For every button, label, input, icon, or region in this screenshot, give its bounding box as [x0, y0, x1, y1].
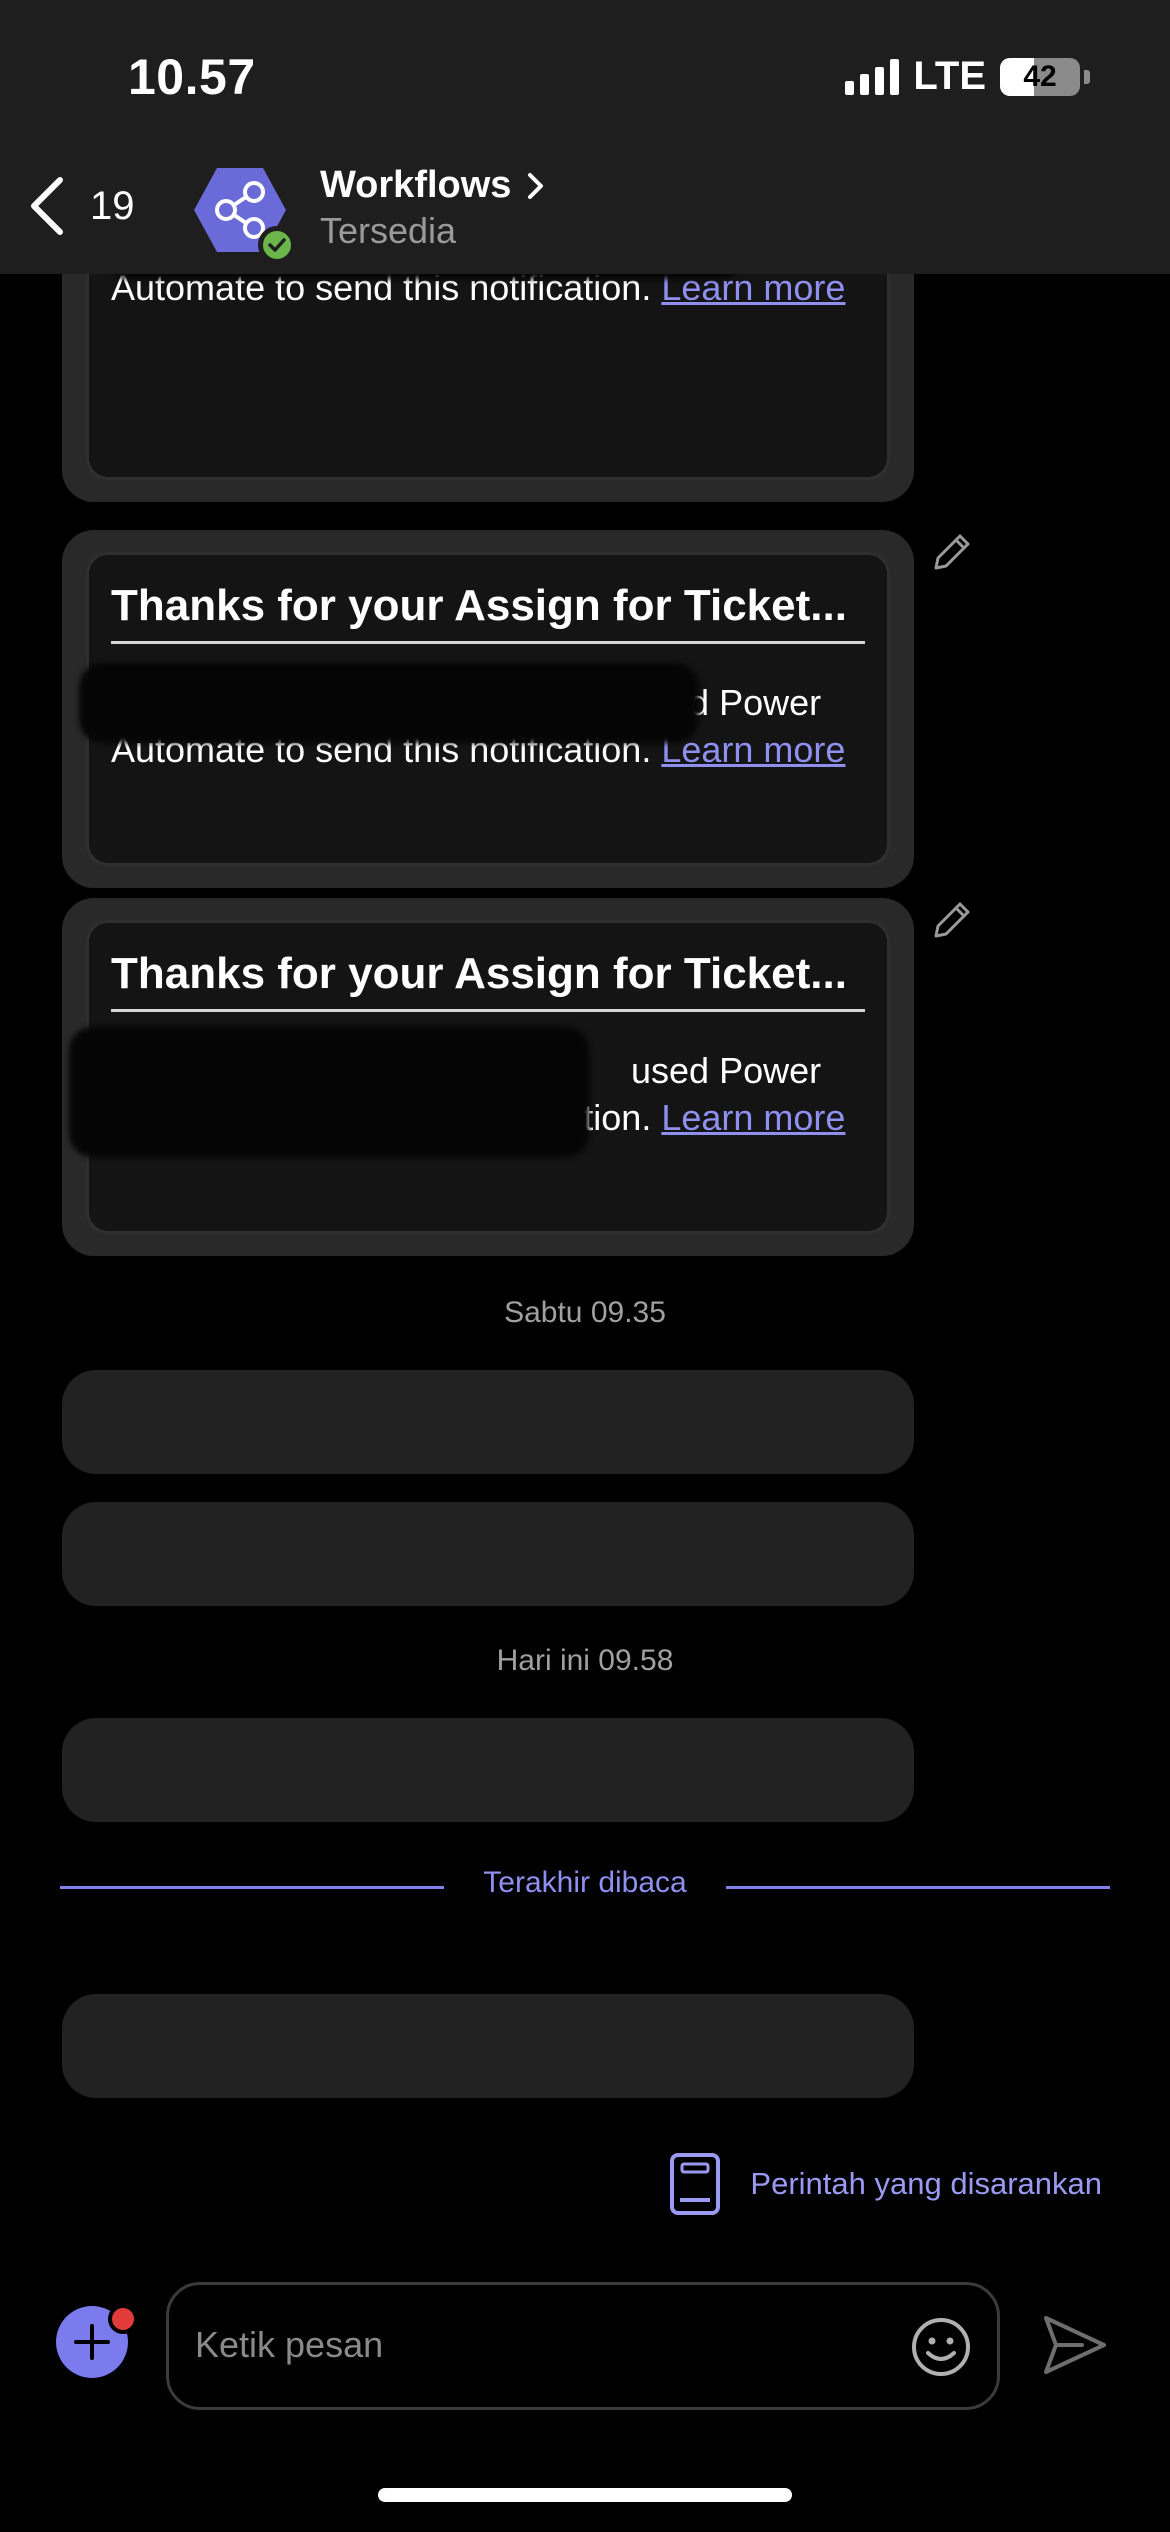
chat-header: 10.57 LTE 42 19 Workflows Tersedia — [0, 0, 1170, 274]
message-bubble[interactable] — [62, 1502, 914, 1606]
adaptive-card: Thanks for your Assign for Ticket... use… — [69, 920, 890, 1234]
pencil-icon[interactable] — [928, 896, 976, 944]
date-separator: Hari ini 09.58 — [496, 1644, 674, 1677]
redacted-region — [79, 663, 699, 743]
chat-title[interactable]: Workflows — [320, 164, 545, 207]
back-button[interactable]: 19 — [28, 176, 135, 236]
status-time: 10.57 — [128, 49, 256, 105]
last-read-divider: Terakhir dibaca — [60, 1866, 1110, 1906]
signal-icon — [845, 58, 900, 95]
card-title: Thanks for your Assign for Ticket... — [111, 581, 847, 630]
avatar[interactable] — [192, 162, 296, 264]
message-input[interactable] — [195, 2315, 875, 2375]
card-title: Thanks for your Assign for Ticket... — [111, 949, 847, 998]
battery-icon: 42 — [1000, 57, 1080, 96]
online-status-icon — [258, 226, 296, 264]
chat-screen: 10.57 LTE 42 19 Workflows Tersedia Autom… — [0, 0, 1170, 2532]
date-separator: Sabtu 09.35 — [504, 1296, 666, 1329]
home-indicator — [378, 2488, 792, 2502]
notification-dot — [108, 2304, 138, 2334]
message-bubble[interactable] — [62, 1718, 914, 1822]
chevron-right-icon — [528, 172, 544, 199]
network-type: LTE — [913, 54, 986, 98]
unread-count: 19 — [90, 183, 135, 228]
smiley-icon[interactable] — [909, 2315, 973, 2379]
status-indicators: LTE 42 — [845, 54, 1090, 99]
learn-more-link[interactable]: Learn more — [661, 1097, 845, 1138]
send-icon[interactable] — [1042, 2314, 1108, 2376]
book-icon — [670, 2153, 721, 2215]
last-read-label: Terakhir dibaca — [483, 1866, 687, 1899]
battery-tip — [1084, 69, 1090, 84]
adaptive-card: Thanks for your Assign for Ticket... use… — [79, 552, 890, 866]
redacted-region — [69, 1027, 589, 1157]
card-title-underline — [111, 641, 865, 644]
chat-title-text: Workflows — [320, 164, 512, 206]
message-card-2[interactable]: Thanks for your Assign for Ticket... use… — [62, 530, 914, 888]
battery-percent: 42 — [1023, 59, 1057, 93]
chevron-left-icon — [31, 177, 63, 235]
message-input-container — [166, 2282, 1000, 2410]
message-bubble[interactable] — [62, 1994, 914, 2098]
suggested-commands-button[interactable]: Perintah yang disarankan — [668, 2152, 1102, 2216]
plus-icon — [74, 2324, 110, 2360]
pencil-icon[interactable] — [928, 528, 976, 576]
check-icon — [268, 238, 286, 252]
chat-status: Tersedia — [320, 210, 457, 251]
message-composer — [0, 2270, 1170, 2420]
message-card-3[interactable]: Thanks for your Assign for Ticket... use… — [62, 898, 914, 1256]
message-bubble[interactable] — [62, 1370, 914, 1474]
card-title-underline — [111, 1009, 865, 1012]
suggested-commands-label: Perintah yang disarankan — [750, 2166, 1102, 2201]
